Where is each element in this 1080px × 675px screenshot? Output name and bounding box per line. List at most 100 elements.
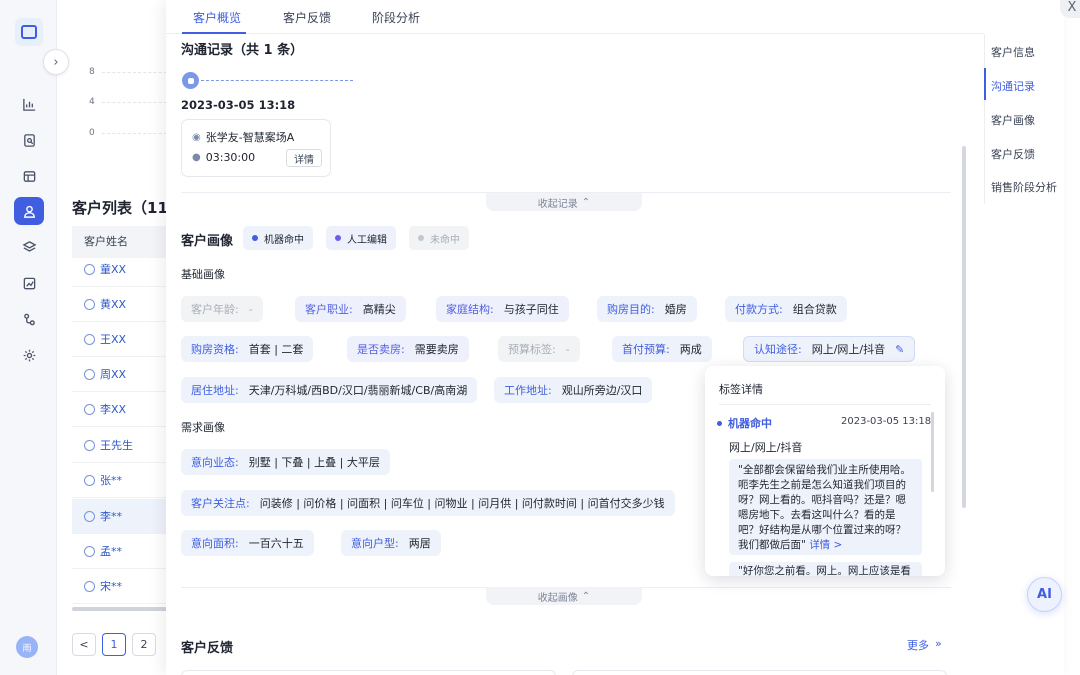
chevron-up-icon: ⌃ <box>581 196 591 208</box>
prev-page-button[interactable]: < <box>72 633 96 656</box>
timeline-node-icon <box>182 72 199 89</box>
feedback-card[interactable] <box>181 670 556 675</box>
user-icon <box>84 368 95 380</box>
feedback-more-link[interactable]: 更多 » <box>907 637 942 653</box>
agent-name: 张学友-智慧案场A <box>205 131 295 144</box>
user-icon <box>84 474 95 486</box>
popover-tag-value: 网上/网上/抖音 <box>729 441 803 454</box>
user-icon <box>84 403 95 415</box>
user-icon <box>84 298 95 310</box>
anchor-communication-records[interactable]: 沟通记录 <box>991 78 1035 94</box>
report-icon[interactable] <box>14 126 44 154</box>
ai-assistant-button[interactable]: AI <box>1027 577 1062 612</box>
microphone-icon: ● <box>192 152 201 163</box>
anchor-sales-stage-analysis[interactable]: 销售阶段分析 <box>991 179 1057 195</box>
tag-down-payment[interactable]: 首付预算: 两成 <box>612 336 712 362</box>
analysis-icon[interactable] <box>14 269 44 297</box>
close-drawer-icon[interactable]: X <box>1060 0 1080 18</box>
layers-icon[interactable] <box>14 233 44 261</box>
tag-property-type[interactable]: 意向业态: 别墅 | 下叠 | 上叠 | 大平层 <box>181 449 390 475</box>
customer-name: 孟** <box>100 545 122 558</box>
quote-detail-link[interactable]: 详情 > <box>809 539 842 551</box>
anchor-customer-feedback[interactable]: 客户反馈 <box>991 146 1035 162</box>
chart-icon[interactable] <box>14 90 44 118</box>
tag-selling-house[interactable]: 是否卖房: 需要卖房 <box>347 336 469 362</box>
grid-line <box>102 133 172 134</box>
user-icon <box>84 439 95 451</box>
left-nav-rail: 雨 <box>0 0 57 675</box>
agent-icon: ◉ <box>192 131 201 143</box>
tag-awareness-channel[interactable]: 认知途径: 网上/网上/抖音 ✎ <box>743 336 916 362</box>
tag-payment-method[interactable]: 付款方式: 组合贷款 <box>725 296 847 322</box>
portrait-title: 客户画像 <box>181 234 234 249</box>
anchor-customer-info[interactable]: 客户信息 <box>991 44 1035 60</box>
tag-purchase-purpose[interactable]: 购房目的: 婚房 <box>597 296 697 322</box>
basic-portrait-title: 基础画像 <box>181 268 225 281</box>
tag-family-structure[interactable]: 家庭结构: 与孩子同住 <box>436 296 569 322</box>
grid-line <box>102 102 172 103</box>
record-time: 2023-03-05 13:18 <box>181 98 296 112</box>
anchor-customer-portrait[interactable]: 客户画像 <box>991 112 1035 128</box>
timeline-line <box>201 80 353 81</box>
tag-intended-layout[interactable]: 意向户型: 两居 <box>341 530 441 556</box>
legend-dot <box>252 235 258 241</box>
needs-portrait-title: 需求画像 <box>181 421 225 434</box>
tab-overview[interactable]: 客户概览 <box>193 9 241 26</box>
communication-title: 沟通记录（共 1 条） <box>181 43 304 58</box>
popover-divider <box>719 404 931 405</box>
page-1-button[interactable]: 1 <box>102 633 126 656</box>
tag-customer-concerns[interactable]: 客户关注点: 问装修 | 问价格 | 问面积 | 问车位 | 问物业 | 问月供 … <box>181 490 675 516</box>
vertical-scrollbar[interactable] <box>962 146 966 508</box>
tag-details-popover: 标签详情 机器命中 2023-03-05 13:18 网上/网上/抖音 "全部都… <box>705 366 945 576</box>
popover-transcript-quote: "好你您之前看。网上。网上应该是看 <box>729 562 922 576</box>
tag-intended-area[interactable]: 意向面积: 一百六十五 <box>181 530 314 556</box>
customer-name: 宋** <box>100 580 122 593</box>
customer-list-title: 客户列表（11 <box>72 199 168 217</box>
record-agent: ◉ 张学友-智慧案场A <box>192 129 294 145</box>
user-avatar[interactable]: 雨 <box>16 636 38 658</box>
edit-pencil-icon[interactable]: ✎ <box>895 343 904 356</box>
legend-dot <box>335 235 341 241</box>
tab-feedback[interactable]: 客户反馈 <box>283 9 331 26</box>
record-card: ◉ 张学友-智慧案场A ● 03:30:00 详情 <box>181 119 331 177</box>
drawer-tabs: 客户概览 客户反馈 阶段分析 <box>166 0 984 34</box>
customer-name: 王先生 <box>100 439 133 452</box>
record-duration: ● 03:30:00 <box>192 151 255 164</box>
user-icon <box>84 263 95 275</box>
chevron-up-icon: ⌃ <box>581 590 591 602</box>
customer-icon[interactable] <box>14 197 44 225</box>
tag-work-address[interactable]: 工作地址: 观山所旁边/汉口 <box>494 377 653 403</box>
tag-budget[interactable]: 预算标签: - <box>498 336 580 362</box>
tag-purchase-qualification[interactable]: 购房资格: 首套 | 二套 <box>181 336 314 362</box>
y-tick-label: 8 <box>89 67 95 77</box>
app-logo-icon[interactable] <box>15 18 43 46</box>
y-tick-label: 0 <box>89 128 95 138</box>
customer-name: 张** <box>100 474 122 487</box>
active-anchor-indicator <box>984 68 986 100</box>
page-2-button[interactable]: 2 <box>132 633 156 656</box>
background-customer-page: 8 4 0 客户列表（11 客户姓名 童XX 黄XX 王XX 周XX 李XX 王… <box>57 0 182 675</box>
tag-customer-age[interactable]: 客户年龄: - <box>181 296 263 322</box>
customer-name: 李** <box>100 510 122 523</box>
horizontal-scrollbar[interactable] <box>72 607 177 611</box>
expand-sidebar-chevron-icon[interactable]: › <box>43 49 69 75</box>
tag-customer-job[interactable]: 客户职业: 高精尖 <box>295 296 406 322</box>
record-detail-button[interactable]: 详情 <box>286 149 322 167</box>
box-icon[interactable] <box>14 162 44 190</box>
collapse-records-button[interactable]: 收起记录 ⌃ <box>486 193 642 211</box>
collapse-portrait-button[interactable]: 收起画像 ⌃ <box>486 587 642 605</box>
collapse-records-label: 收起记录 <box>537 198 578 210</box>
overview-content: 沟通记录（共 1 条） 2023-03-05 13:18 ◉ 张学友-智慧案场A… <box>166 34 976 675</box>
feedback-card[interactable] <box>572 670 947 675</box>
double-chevron-right-icon: » <box>935 637 942 650</box>
section-anchor-nav: 客户信息 沟通记录 客户画像 客户反馈 销售阶段分析 <box>984 34 1064 204</box>
settings-icon[interactable] <box>14 341 44 369</box>
tag-residence-address[interactable]: 居住地址: 天津/万科城/西BD/汉口/翡丽新城/CB/高南湖 <box>181 377 478 403</box>
customer-name: 王XX <box>100 333 127 346</box>
tab-stage-analysis[interactable]: 阶段分析 <box>372 9 420 26</box>
flow-icon[interactable] <box>14 305 44 333</box>
popover-scrollbar[interactable] <box>931 412 934 492</box>
user-icon <box>84 545 95 557</box>
legend-dot <box>418 235 424 241</box>
collapse-portrait-label: 收起画像 <box>537 592 578 604</box>
